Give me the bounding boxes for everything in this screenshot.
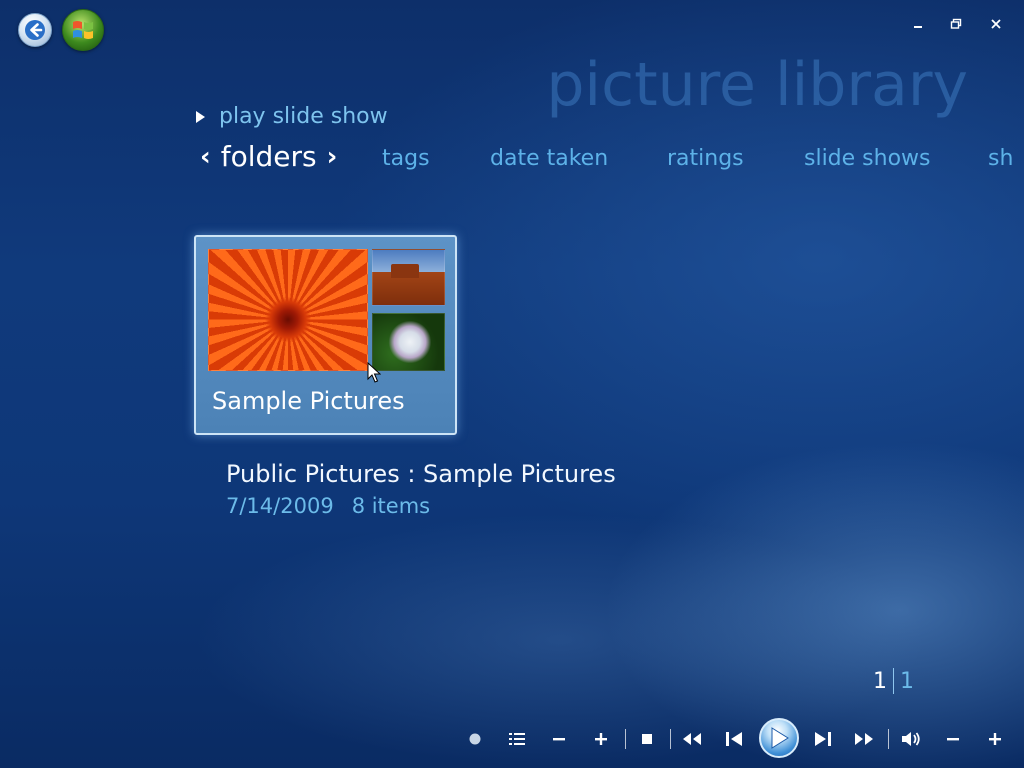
volume-up-button[interactable] bbox=[982, 726, 1008, 752]
nav-item-ratings[interactable]: ratings bbox=[667, 146, 744, 171]
selected-item-count: 8 items bbox=[351, 494, 431, 518]
mute-button[interactable] bbox=[898, 726, 924, 752]
page-title: picture library bbox=[546, 50, 968, 120]
minimize-button[interactable] bbox=[908, 14, 928, 34]
page-total: 1 bbox=[900, 668, 914, 694]
folder-label: Sample Pictures bbox=[212, 387, 405, 415]
windows-logo-icon bbox=[73, 21, 93, 39]
nav-item-shared[interactable]: sh bbox=[988, 146, 1013, 171]
plus-icon bbox=[989, 733, 1001, 745]
page-separator bbox=[893, 668, 894, 694]
nav-active-label: folders bbox=[220, 140, 317, 173]
play-button[interactable] bbox=[759, 718, 799, 758]
desert-thumbnail bbox=[372, 249, 445, 306]
guide-button[interactable] bbox=[504, 726, 530, 752]
flower-thumbnail bbox=[208, 249, 368, 371]
stop-icon bbox=[642, 734, 652, 744]
selected-item-meta: 7/14/2009 8 items bbox=[226, 494, 430, 518]
back-button[interactable] bbox=[18, 13, 52, 47]
hydrangea-thumbnail bbox=[372, 313, 445, 371]
chevron-right-icon[interactable]: › bbox=[327, 142, 338, 172]
close-button[interactable] bbox=[986, 14, 1006, 34]
play-triangle-icon bbox=[196, 110, 205, 123]
stop-button[interactable] bbox=[634, 726, 660, 752]
fast-forward-button[interactable] bbox=[851, 726, 877, 752]
channel-up-button[interactable] bbox=[588, 726, 614, 752]
selected-item-date: 7/14/2009 bbox=[226, 494, 334, 518]
play-icon bbox=[771, 727, 789, 749]
fast-forward-icon bbox=[855, 733, 873, 745]
nav-item-folders[interactable]: ‹ folders › bbox=[200, 140, 337, 173]
transport-separator bbox=[625, 729, 626, 749]
windows-start-button[interactable] bbox=[62, 9, 104, 51]
restore-icon bbox=[950, 18, 962, 29]
skip-forward-icon bbox=[815, 732, 831, 746]
channel-down-button[interactable] bbox=[546, 726, 572, 752]
skip-back-icon bbox=[726, 732, 742, 746]
transport-separator bbox=[888, 729, 889, 749]
minimize-icon bbox=[914, 26, 922, 28]
transport-separator bbox=[670, 729, 671, 749]
nav-item-tags[interactable]: tags bbox=[382, 146, 430, 171]
minus-icon bbox=[553, 738, 565, 741]
volume-down-button[interactable] bbox=[940, 726, 966, 752]
chevron-left-icon[interactable]: ‹ bbox=[200, 142, 211, 172]
rewind-button[interactable] bbox=[679, 726, 705, 752]
mesa-shape bbox=[391, 264, 419, 278]
rewind-icon bbox=[683, 733, 701, 745]
next-button[interactable] bbox=[810, 726, 836, 752]
page-indicator: 1 1 bbox=[873, 668, 914, 694]
speaker-icon bbox=[902, 732, 920, 746]
mouse-cursor-icon bbox=[367, 362, 381, 383]
transport-controls bbox=[0, 716, 1024, 762]
folder-tile-sample-pictures[interactable]: Sample Pictures bbox=[194, 235, 457, 435]
play-slide-show-label: play slide show bbox=[219, 104, 388, 129]
page-current: 1 bbox=[873, 668, 887, 694]
category-nav: ‹ folders › tags date taken ratings slid… bbox=[200, 140, 1024, 180]
back-arrow-icon bbox=[25, 20, 45, 40]
minus-icon bbox=[947, 738, 959, 741]
restore-button[interactable] bbox=[946, 14, 966, 34]
plus-icon bbox=[595, 733, 607, 745]
selected-item-title: Public Pictures : Sample Pictures bbox=[226, 460, 616, 488]
close-icon bbox=[991, 19, 1001, 29]
list-icon bbox=[509, 733, 525, 745]
record-button[interactable] bbox=[462, 726, 488, 752]
play-slide-show-link[interactable]: play slide show bbox=[196, 104, 388, 129]
previous-button[interactable] bbox=[721, 726, 747, 752]
nav-item-date-taken[interactable]: date taken bbox=[490, 146, 608, 171]
nav-item-slide-shows[interactable]: slide shows bbox=[804, 146, 931, 171]
record-icon bbox=[469, 733, 481, 745]
